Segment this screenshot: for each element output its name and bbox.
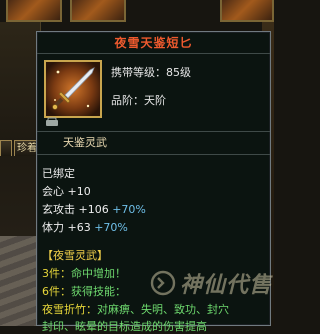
divider [37,154,270,155]
attribute-bonus: +70% [112,203,146,216]
attribute-value: +63 [67,221,91,234]
set-skill-label: 夜雪折竹： [42,303,97,316]
tab-1[interactable] [0,140,12,156]
set-bonus-label: 6件： [42,285,71,298]
divider [37,53,270,54]
carry-level-value: 85级 [166,66,191,79]
item-tooltip: 夜雪天鉴短匕 携带等级：85级 品阶：天阶 天鉴灵武 已绑定 会心 +10 玄攻… [36,31,271,333]
bound-status: 已绑定 [42,167,75,180]
inventory-tabs: 珍着 [0,140,40,156]
attribute-name: 体力 [42,221,64,234]
carry-level-label: 携带等级： [111,66,166,79]
attribute-stamina: 体力 +63 +70% [42,221,128,235]
divider [37,131,270,132]
attribute-crit: 会心 +10 [42,185,91,199]
set-bonus-text: 命中增加！ [71,267,126,280]
set-bonus-line: 6件：获得技能： [42,285,126,299]
equipment-slot[interactable] [220,0,274,22]
grade-label: 品阶： [111,94,144,107]
dagger-icon [46,62,100,116]
set-bonus-text: 获得技能： [71,285,126,298]
item-icon-frame [44,60,102,118]
attribute-value: +10 [67,185,91,198]
grade: 品阶：天阶 [111,94,166,108]
set-skill-text: 对麻痹、失明、致功、封穴 [97,303,229,316]
set-skill-line: 封印、眩晕的目标造成的伤害提高 [42,320,207,334]
equipment-slot[interactable] [6,0,62,22]
item-title: 夜雪天鉴短匕 [114,36,193,50]
attribute-name: 会心 [42,185,64,198]
equipment-slot[interactable] [70,0,126,22]
bind-lock-icon [46,117,58,126]
attribute-bonus: +70% [94,221,128,234]
set-title: 【夜雪灵武】 [42,249,108,262]
set-bonus-label: 3件： [42,267,71,280]
grade-value: 天阶 [144,94,166,107]
item-category: 天鉴灵武 [63,136,107,149]
stone-texture [0,236,40,326]
attribute-value: +106 [78,203,109,216]
set-bonus-line: 3件：命中增加！ [42,267,126,281]
attribute-name: 玄攻击 [42,203,75,216]
set-skill-line: 夜雪折竹：对麻痹、失明、致功、封穴 [42,303,229,317]
carry-level: 携带等级：85级 [111,66,191,80]
attribute-mystic-attack: 玄攻击 +106 +70% [42,203,146,217]
set-skill-text: 封印、眩晕的目标造成的伤害提高 [42,320,207,333]
